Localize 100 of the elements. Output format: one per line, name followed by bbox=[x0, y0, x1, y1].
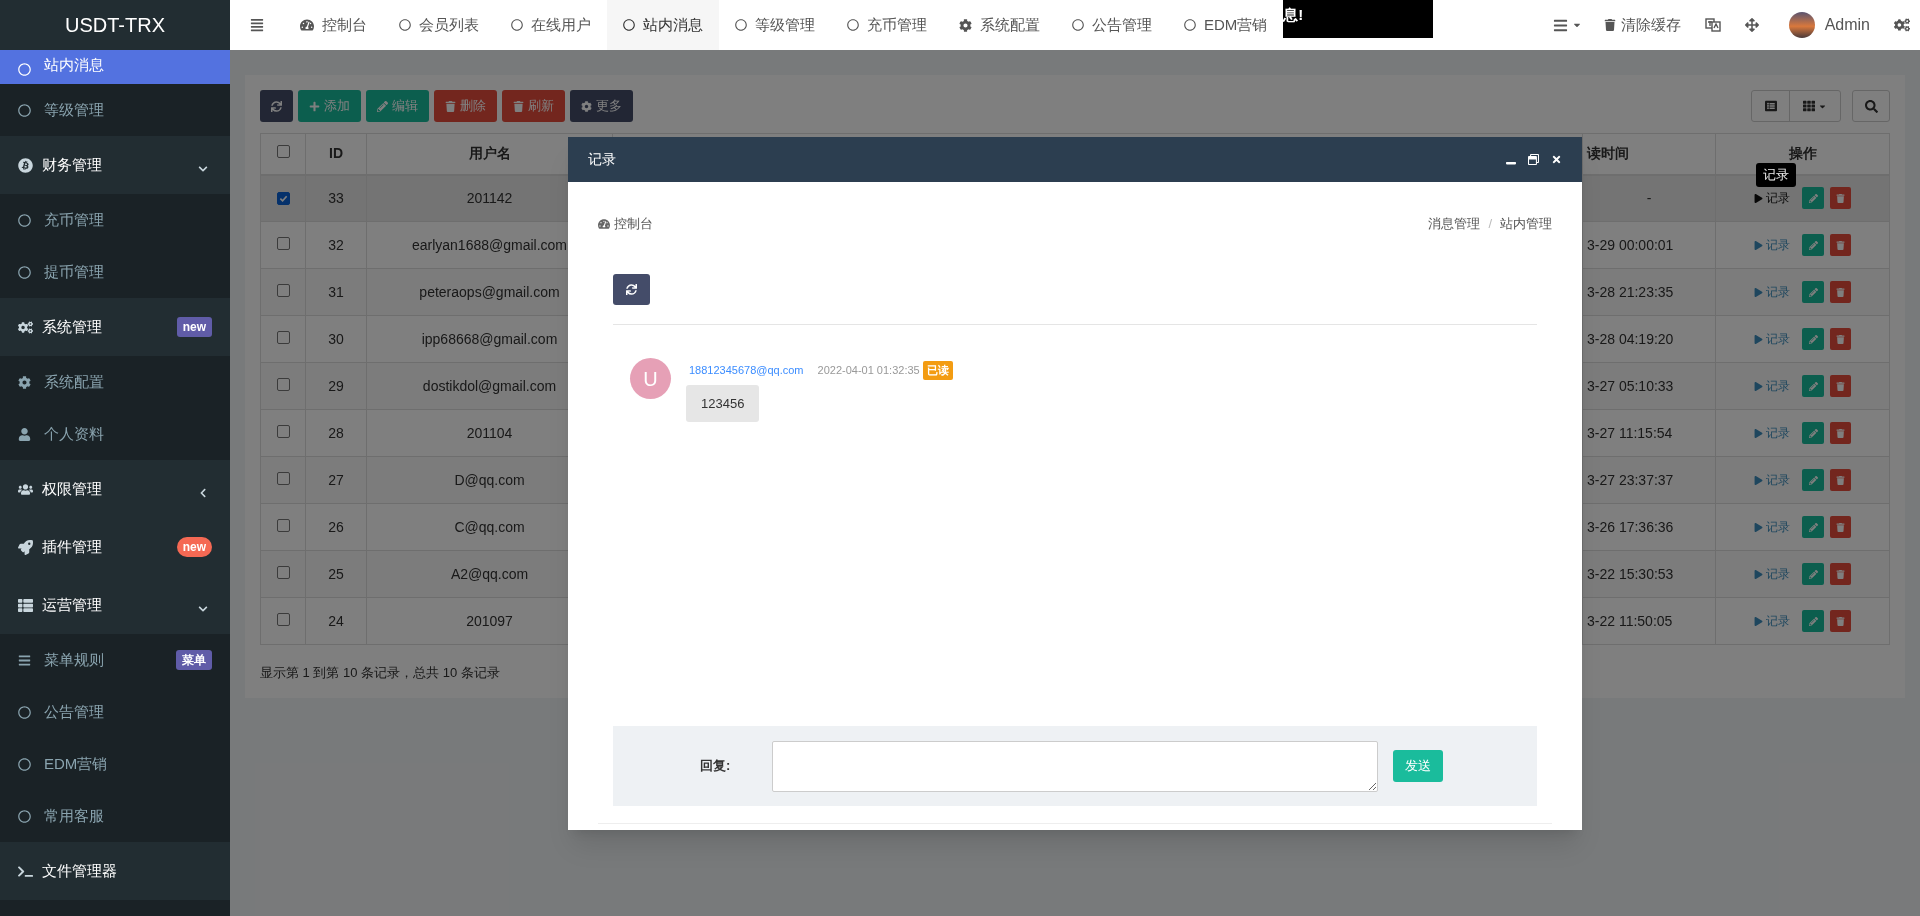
nav-tab[interactable]: 充币管理 bbox=[831, 0, 943, 50]
breadcrumb-link[interactable]: 消息管理 bbox=[1428, 214, 1481, 234]
gear-icon bbox=[959, 18, 972, 32]
nav-tab[interactable]: 公告管理 bbox=[1056, 0, 1168, 50]
list-icon bbox=[1552, 17, 1568, 33]
sidebar-item[interactable]: 插件管理 new bbox=[0, 518, 230, 576]
delete-button[interactable] bbox=[1830, 563, 1851, 585]
table-cell: 25 bbox=[305, 550, 367, 598]
pencil-icon bbox=[1808, 569, 1818, 579]
nav-tab[interactable]: 在线用户 bbox=[495, 0, 607, 50]
row-checkbox[interactable] bbox=[276, 612, 290, 626]
delete-button[interactable] bbox=[1830, 328, 1851, 350]
table-cell: 33 bbox=[305, 174, 367, 222]
rocket-icon bbox=[18, 539, 33, 555]
row-checkbox[interactable] bbox=[276, 283, 290, 297]
grid-icon bbox=[1803, 100, 1815, 112]
row-checkbox[interactable] bbox=[276, 191, 290, 205]
list-icon bbox=[1764, 100, 1777, 112]
avatar-image[interactable] bbox=[1788, 12, 1815, 38]
clear-cache-button[interactable]: 清除缓存 bbox=[1591, 13, 1693, 37]
trash-icon bbox=[1603, 19, 1616, 31]
trash-icon bbox=[1836, 381, 1845, 391]
delete-button[interactable] bbox=[1830, 281, 1851, 303]
record-link[interactable]: 记录 bbox=[1754, 189, 1790, 208]
refresh-button[interactable] bbox=[260, 90, 293, 122]
row-checkbox[interactable] bbox=[276, 518, 290, 532]
play-icon bbox=[1754, 475, 1763, 485]
row-checkbox[interactable] bbox=[276, 330, 290, 344]
pencil-icon bbox=[1808, 475, 1818, 485]
edit-button[interactable] bbox=[1802, 563, 1824, 585]
message-bubble: 123456 bbox=[686, 384, 760, 422]
delete-button[interactable] bbox=[1830, 516, 1851, 538]
delete-button[interactable] bbox=[1830, 187, 1851, 210]
row-checkbox[interactable] bbox=[276, 145, 290, 159]
table-cell: 29 bbox=[305, 362, 367, 410]
edit-button[interactable] bbox=[1802, 469, 1824, 491]
modal-title: 记录 bbox=[588, 150, 616, 169]
edit-button[interactable] bbox=[1802, 234, 1824, 256]
pencil-icon bbox=[1808, 428, 1818, 438]
nav-tab[interactable]: 控制台 bbox=[284, 0, 383, 50]
tooltip: 记录 bbox=[1756, 163, 1796, 187]
more-button[interactable]: 更多 bbox=[570, 90, 633, 122]
nav-tab[interactable]: 等级管理 bbox=[719, 0, 831, 50]
maximize-icon[interactable] bbox=[1528, 154, 1539, 165]
delete-button[interactable] bbox=[1830, 375, 1851, 397]
nav-tab[interactable]: EDM营销 bbox=[1168, 0, 1284, 50]
edit-button[interactable] bbox=[1802, 187, 1824, 210]
sidebar-item[interactable]: 运营管理 bbox=[0, 576, 230, 634]
pencil-icon bbox=[1808, 287, 1818, 297]
play-icon bbox=[1754, 569, 1763, 579]
row-checkbox[interactable] bbox=[276, 424, 290, 438]
brand-logo[interactable]: USDT-TRX bbox=[0, 0, 230, 50]
row-checkbox[interactable] bbox=[276, 236, 290, 250]
nav-tab[interactable]: 系统配置 bbox=[943, 0, 1056, 50]
close-icon[interactable] bbox=[1551, 154, 1562, 165]
table-cell: 30 bbox=[305, 315, 367, 363]
notice-banner: 息! bbox=[1283, 0, 1434, 38]
pencil-icon bbox=[377, 100, 388, 112]
row-checkbox[interactable] bbox=[276, 565, 290, 579]
trash-icon bbox=[1836, 569, 1845, 579]
breadcrumb-separator: / bbox=[1488, 215, 1492, 234]
reply-input[interactable] bbox=[772, 740, 1378, 792]
trash-icon bbox=[1836, 616, 1845, 626]
sidebar-item[interactable]: 权限管理 bbox=[0, 460, 230, 518]
edit-button[interactable] bbox=[1802, 516, 1824, 538]
pencil-icon bbox=[1808, 193, 1818, 203]
sidebar-item[interactable]: 文件管理器 bbox=[0, 842, 230, 900]
search-button[interactable] bbox=[1852, 90, 1890, 122]
row-checkbox[interactable] bbox=[276, 377, 290, 391]
delete-button[interactable] bbox=[1830, 422, 1851, 444]
play-icon bbox=[1754, 287, 1763, 297]
user-name[interactable]: Admin bbox=[1824, 13, 1870, 37]
play-icon bbox=[1754, 193, 1763, 203]
row-checkbox[interactable] bbox=[276, 471, 290, 485]
edit-button[interactable] bbox=[1802, 610, 1824, 632]
nav-tab[interactable]: 站内消息 bbox=[607, 0, 719, 50]
delete-button[interactable] bbox=[1830, 234, 1851, 256]
table-cell: 26 bbox=[305, 503, 367, 551]
fullscreen-icon[interactable] bbox=[1744, 18, 1759, 32]
breadcrumb-link[interactable]: 站内管理 bbox=[1500, 214, 1552, 234]
trash-icon bbox=[513, 100, 524, 112]
edit-button[interactable] bbox=[1802, 375, 1824, 397]
table-cell: 28 bbox=[305, 409, 367, 457]
translate-icon[interactable] bbox=[1704, 17, 1721, 33]
menu-icon[interactable] bbox=[250, 18, 264, 32]
refresh-button[interactable] bbox=[613, 274, 650, 305]
sidebar-item[interactable]: 系统管理 new bbox=[0, 298, 230, 356]
edit-button[interactable] bbox=[1802, 422, 1824, 444]
delete-button[interactable] bbox=[1830, 610, 1851, 632]
table-cell: 31 bbox=[305, 268, 367, 316]
pencil-icon bbox=[1808, 240, 1818, 250]
edit-button[interactable] bbox=[1802, 328, 1824, 350]
edit-button[interactable] bbox=[1802, 281, 1824, 303]
sender-link[interactable]: 18812345678@qq.com bbox=[689, 362, 804, 379]
sidebar-item[interactable]: 站内消息 bbox=[0, 50, 230, 84]
sidebar-item[interactable]: 财务管理 bbox=[0, 136, 230, 194]
delete-button[interactable] bbox=[1830, 469, 1851, 491]
gears-icon[interactable] bbox=[1894, 17, 1910, 33]
nav-tab[interactable]: 会员列表 bbox=[383, 0, 495, 50]
pencil-icon bbox=[1808, 381, 1818, 391]
